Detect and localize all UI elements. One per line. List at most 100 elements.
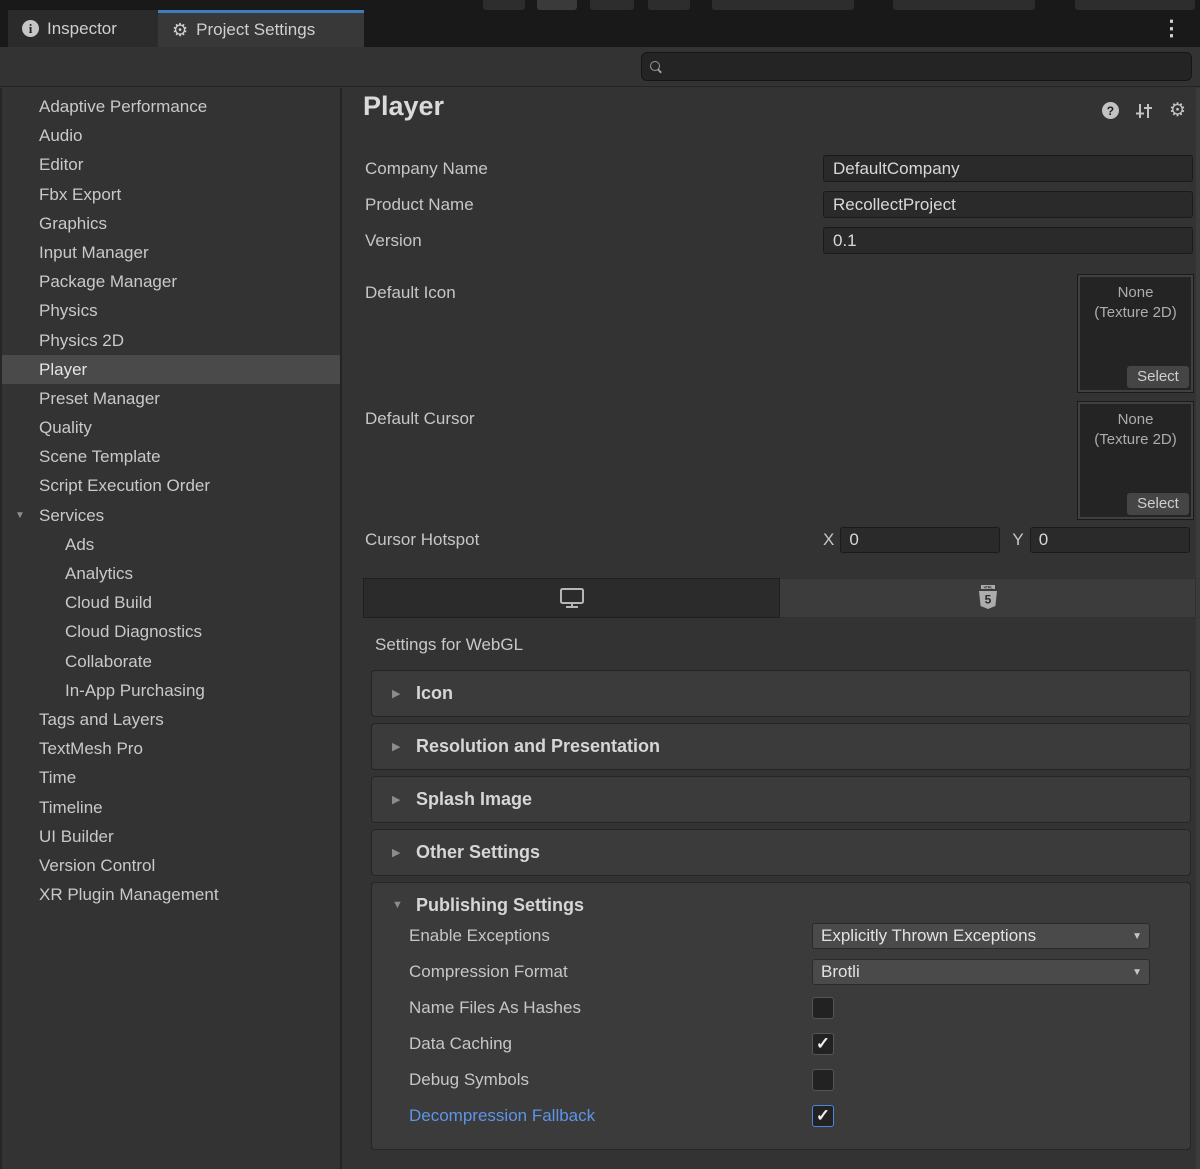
dropdown-enable-exceptions[interactable]: Explicitly Thrown Exceptions ▼ (812, 923, 1150, 949)
sidebar-item-in-app-purchasing[interactable]: In-App Purchasing (2, 676, 340, 705)
foldout-collapsed-icon: ▶ (392, 741, 401, 753)
cropped-toolbar-button (1075, 0, 1195, 10)
platform-tab-webgl[interactable]: HTML 5 (780, 578, 1196, 618)
select-texture-button[interactable]: Select (1127, 366, 1189, 388)
section-splash-image: ▶ Splash Image (371, 776, 1191, 823)
sidebar-item-cloud-build[interactable]: Cloud Build (2, 588, 340, 617)
sidebar-item-adaptive-performance[interactable]: Adaptive Performance (2, 92, 340, 121)
chevron-down-icon: ▼ (1132, 967, 1142, 978)
cursor-hotspot-label: Cursor Hotspot (365, 530, 480, 549)
sidebar-item-audio[interactable]: Audio (2, 121, 340, 150)
window-menu-kebab-icon[interactable]: ⋮ (1161, 16, 1182, 41)
sidebar-item-label: Physics 2D (39, 330, 125, 350)
sidebar-item-physics[interactable]: Physics (2, 296, 340, 325)
sidebar-item-script-execution-order[interactable]: Script Execution Order (2, 471, 340, 500)
texture-type-label: (Texture 2D) (1094, 431, 1177, 448)
platform-tab-bar: HTML 5 (363, 578, 1196, 618)
page-title: Player (363, 91, 445, 121)
sidebar-item-preset-manager[interactable]: Preset Manager (2, 384, 340, 413)
sidebar-item-tags-and-layers[interactable]: Tags and Layers (2, 705, 340, 734)
platform-settings-header: Settings for WebGL (375, 635, 524, 654)
section-header-other-settings[interactable]: ▶ Other Settings (372, 830, 1190, 875)
sidebar-item-label: Timeline (39, 797, 103, 817)
cropped-toolbar-button (483, 0, 525, 10)
section-header-resolution-and-presentation[interactable]: ▶ Resolution and Presentation (372, 724, 1190, 769)
default-icon-texture-well[interactable]: None (Texture 2D) Select (1077, 274, 1194, 393)
section-title: Splash Image (416, 789, 533, 809)
sidebar-item-label: Physics (39, 301, 98, 321)
hotspot-x-field[interactable]: 0 (840, 527, 1001, 553)
sidebar-item-player[interactable]: Player (2, 354, 340, 384)
sidebar-item-collaborate[interactable]: Collaborate (2, 647, 340, 676)
tab-label: Project Settings (196, 20, 316, 39)
expander-icon[interactable]: ▼ (15, 501, 25, 530)
search-input[interactable] (667, 58, 1183, 75)
tab-project-settings[interactable]: ⚙ Project Settings (158, 10, 364, 47)
default-cursor-texture-well[interactable]: None (Texture 2D) Select (1077, 401, 1194, 520)
search-box[interactable] (641, 52, 1192, 81)
sidebar-item-analytics[interactable]: Analytics (2, 559, 340, 588)
sidebar-item-label: Audio (39, 126, 83, 146)
sidebar-item-textmesh-pro[interactable]: TextMesh Pro (2, 734, 340, 763)
sidebar-item-version-control[interactable]: Version Control (2, 851, 340, 880)
sidebar-item-services[interactable]: ▼ Services (2, 501, 340, 530)
gear-icon[interactable]: ⚙ (1169, 101, 1186, 120)
sidebar-item-input-manager[interactable]: Input Manager (2, 238, 340, 267)
sidebar-item-timeline[interactable]: Timeline (2, 793, 340, 822)
tab-inspector[interactable]: i Inspector (8, 10, 158, 47)
field-input-company-name[interactable]: DefaultCompany (823, 155, 1193, 182)
hotspot-y-field[interactable]: 0 (1029, 527, 1190, 553)
sidebar-item-xr-plugin-management[interactable]: XR Plugin Management (2, 880, 340, 909)
sidebar-item-label: Services (39, 505, 105, 525)
field-input-version[interactable]: 0.1 (823, 227, 1193, 254)
dropdown-compression-format[interactable]: Brotli ▼ (812, 959, 1150, 985)
section-header-splash-image[interactable]: ▶ Splash Image (372, 777, 1190, 822)
checkbox-debug-symbols[interactable] (812, 1069, 834, 1091)
unity-project-settings-window: i Inspector ⚙ Project Settings ⋮ Adaptiv… (0, 0, 1200, 1169)
hotspot-y-label: Y (1012, 530, 1024, 549)
setting-label: Name Files As Hashes (409, 998, 581, 1017)
field-row-company-name: Company Name DefaultCompany (365, 155, 1194, 182)
select-texture-button[interactable]: Select (1127, 493, 1189, 515)
sidebar-item-label: Collaborate (65, 651, 152, 671)
sidebar-item-ads[interactable]: Ads (2, 530, 340, 559)
preset-sliders-icon[interactable] (1135, 103, 1153, 119)
checkbox-name-files-as-hashes[interactable] (812, 997, 834, 1019)
sidebar-item-ui-builder[interactable]: UI Builder (2, 822, 340, 851)
panel-header-icons: ? ⚙ (1101, 101, 1186, 120)
chevron-down-icon: ▼ (1132, 931, 1142, 942)
checkbox-data-caching[interactable] (812, 1033, 834, 1055)
sidebar-item-label: Scene Template (39, 447, 161, 467)
field-row-product-name: Product Name RecollectProject (365, 191, 1194, 218)
help-icon[interactable]: ? (1101, 102, 1119, 119)
gear-icon: ⚙ (172, 20, 189, 40)
sidebar-item-label: Ads (65, 534, 95, 554)
monitor-icon (559, 588, 584, 608)
sidebar-item-time[interactable]: Time (2, 763, 340, 792)
identity-fields: Company Name DefaultCompany Product Name Re… (365, 155, 1194, 263)
sidebar-item-scene-template[interactable]: Scene Template (2, 442, 340, 471)
sidebar-item-quality[interactable]: Quality (2, 413, 340, 442)
vertical-scrollbar[interactable] (1196, 88, 1200, 1169)
field-row-version: Version 0.1 (365, 227, 1194, 254)
cropped-editor-toolbar (0, 0, 1200, 10)
field-input-product-name[interactable]: RecollectProject (823, 191, 1193, 218)
section-header-publishing-settings[interactable]: ▼ Publishing Settings (372, 883, 1190, 921)
sidebar-item-label: Time (39, 768, 77, 788)
svg-text:5: 5 (984, 593, 991, 607)
setting-row-name-files-as-hashes: Name Files As Hashes (372, 995, 1190, 1021)
cropped-toolbar-button (712, 0, 854, 10)
sidebar-item-editor[interactable]: Editor (2, 150, 340, 179)
sidebar-item-graphics[interactable]: Graphics (2, 209, 340, 238)
sidebar-item-package-manager[interactable]: Package Manager (2, 267, 340, 296)
sidebar-item-label: TextMesh Pro (39, 739, 143, 759)
sidebar-item-cloud-diagnostics[interactable]: Cloud Diagnostics (2, 617, 340, 646)
platform-tab-standalone[interactable] (363, 578, 780, 618)
section-header-icon[interactable]: ▶ Icon (372, 671, 1190, 716)
sidebar-item-physics-2d[interactable]: Physics 2D (2, 326, 340, 355)
tab-label: Inspector (47, 18, 117, 38)
sidebar-item-label: Editor (39, 155, 84, 175)
checkbox-decompression-fallback[interactable] (812, 1105, 834, 1127)
info-icon: i (22, 20, 39, 37)
sidebar-item-fbx-export[interactable]: Fbx Export (2, 180, 340, 209)
